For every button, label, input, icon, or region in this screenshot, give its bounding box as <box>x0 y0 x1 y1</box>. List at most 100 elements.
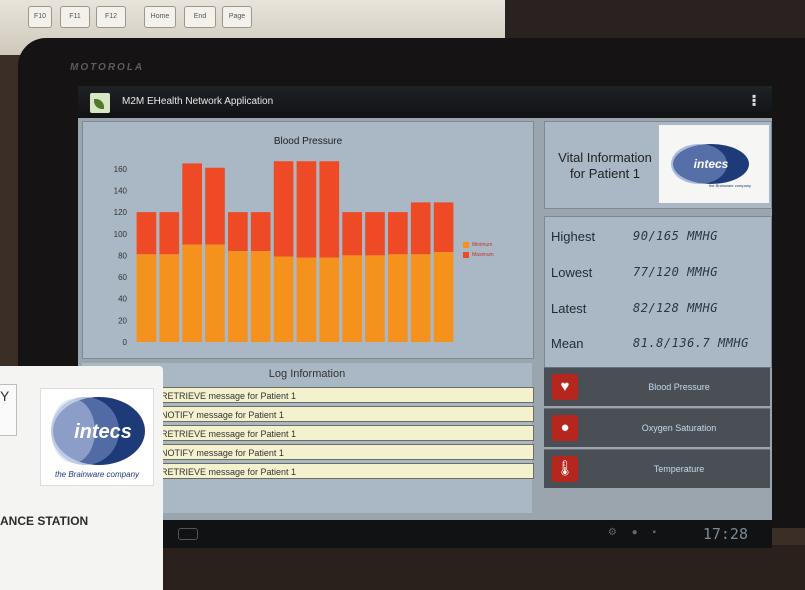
intecs-logo-graphic: intecs the Brainware company <box>671 144 751 188</box>
station-label: ANCE STATION <box>0 514 89 528</box>
stat-value: 82/128 MMHG <box>633 301 718 315</box>
bar-minimum <box>319 257 340 342</box>
y-tick-label: 0 <box>123 338 128 347</box>
chart-legend: Minimum Maximum <box>463 242 494 262</box>
y-tick-label: 100 <box>114 230 128 239</box>
blood-pressure-chart: 0 20 40 60 80 100 120 140 160 <box>114 161 454 347</box>
bar-minimum <box>205 244 225 342</box>
oxygen-saturation-button[interactable]: ● Oxygen Saturation <box>544 408 770 447</box>
bar-maximum <box>250 212 271 252</box>
system-clock: 17:28 <box>702 525 748 543</box>
stat-row-mean: Mean 81.8/136.7 MMHG <box>551 336 767 356</box>
log-entry[interactable]: NOTIFY message for Patient 1 <box>154 406 534 422</box>
heart-gauge-icon: ♥ <box>552 374 578 400</box>
keyboard-key: End <box>184 6 216 28</box>
bar-maximum <box>365 212 385 256</box>
stat-value: 90/165 MMHG <box>633 229 718 243</box>
blood-pressure-chart-panel: Blood Pressure 0 20 40 60 80 100 120 140 160 Min… <box>82 121 534 359</box>
y-tick-label: 20 <box>118 316 127 325</box>
keyboard-key: Home <box>144 6 176 28</box>
table-surface <box>160 545 805 590</box>
bar-maximum <box>296 161 317 258</box>
vital-info-panel: Vital Information for Patient 1 intecs t… <box>544 121 772 209</box>
bar-minimum <box>228 251 248 342</box>
legend-item-maximum: Maximum <box>463 252 494 258</box>
bar-maximum <box>228 212 248 252</box>
bar-maximum <box>410 202 431 255</box>
bar-maximum <box>388 212 408 255</box>
overflow-menu-icon[interactable]: ▪ ▪ ▪ <box>752 90 762 110</box>
bar-minimum <box>250 251 271 342</box>
logo-name: intecs <box>694 157 729 171</box>
y-tick-label: 120 <box>114 208 128 217</box>
vital-info-line: for Patient 1 <box>569 166 641 181</box>
bar-minimum <box>159 254 180 342</box>
back-icon[interactable] <box>178 528 198 540</box>
bar-maximum <box>159 212 180 255</box>
bar-minimum <box>342 255 362 342</box>
bar-maximum <box>273 161 294 257</box>
intecs-logo: intecs the Brainware company <box>659 125 769 203</box>
bar-maximum <box>182 163 202 245</box>
bar-minimum <box>410 254 431 342</box>
blood-pressure-button[interactable]: ♥ Blood Pressure <box>544 367 770 406</box>
app-leaf-icon <box>90 93 110 113</box>
stat-value: 81.8/136.7 MMHG <box>633 336 749 350</box>
app-title: M2M EHealth Network Application <box>122 96 274 107</box>
stat-label: Latest <box>551 301 587 316</box>
status-icons: ⚙ ● ▪ <box>607 527 662 538</box>
keyboard-key: F12 <box>96 6 126 28</box>
nav-label: Blood Pressure <box>648 382 710 392</box>
legend-item-minimum: Minimum <box>463 242 494 248</box>
stat-value: 77/120 MMHG <box>633 265 718 279</box>
log-entry[interactable]: RETRIEVE message for Patient 1 <box>154 463 534 479</box>
bar-maximum <box>319 161 340 258</box>
system-bar: ⚙ ● ▪ 17:28 <box>78 520 772 548</box>
keyboard-key: F11 <box>60 6 90 28</box>
legend-label: Minimum <box>472 242 493 248</box>
keyboard-key: Page <box>222 6 252 28</box>
thermometer-icon: 🌡 <box>552 456 578 482</box>
bar-minimum <box>365 255 385 342</box>
bar-minimum <box>182 244 202 342</box>
bar-minimum <box>388 254 408 342</box>
logo-tagline: the Brainware company <box>709 183 751 188</box>
overlay-card: Y intecs the Brainware company ANCE STAT… <box>0 366 163 590</box>
bar-maximum <box>205 167 225 245</box>
bar-maximum <box>342 212 362 256</box>
log-entry[interactable]: RETRIEVE message for Patient 1 <box>154 387 534 403</box>
keyboard-key: F10 <box>28 6 52 28</box>
tablet-brand: MOTOROLA <box>70 62 145 73</box>
bar-maximum <box>136 212 157 255</box>
stat-row-latest: Latest 82/128 MMHG <box>551 301 767 321</box>
stat-label: Highest <box>551 229 596 244</box>
intecs-logo-large-graphic: intecs the Brainware company <box>51 397 145 479</box>
bar-minimum <box>296 257 317 342</box>
stat-label: Mean <box>551 336 584 351</box>
app-titlebar: M2M EHealth Network Application ▪ ▪ ▪ <box>78 86 772 118</box>
vital-info-title: Vital Information for Patient 1 <box>551 150 659 182</box>
logo-name: intecs <box>74 421 132 443</box>
y-tick-label: 40 <box>118 295 127 304</box>
nav-label: Oxygen Saturation <box>641 423 717 433</box>
card-label: Y <box>0 388 10 404</box>
intecs-logo-large: intecs the Brainware company <box>40 388 154 486</box>
bar-minimum <box>273 256 294 342</box>
y-tick-label: 140 <box>114 186 128 195</box>
nav-label: Temperature <box>653 464 705 474</box>
y-tick-label: 60 <box>118 273 127 282</box>
bar-maximum <box>433 202 454 253</box>
stat-row-lowest: Lowest 77/120 MMHG <box>551 265 767 285</box>
log-entry[interactable]: RETRIEVE message for Patient 1 <box>154 425 534 441</box>
bar-minimum <box>433 252 454 342</box>
vital-info-line: Vital Information <box>558 150 652 165</box>
logo-tagline: the Brainware company <box>55 470 140 479</box>
drop-icon: ● <box>552 415 578 441</box>
log-entry[interactable]: NOTIFY message for Patient 1 <box>154 444 534 460</box>
bar-minimum <box>136 254 157 342</box>
stat-label: Lowest <box>551 265 593 280</box>
app-screen: M2M EHealth Network Application ▪ ▪ ▪ Bloo… <box>78 86 772 520</box>
y-tick-label: 80 <box>118 251 127 260</box>
temperature-button[interactable]: 🌡 Temperature <box>544 449 770 488</box>
stat-row-highest: Highest 90/165 MMHG <box>551 229 767 249</box>
